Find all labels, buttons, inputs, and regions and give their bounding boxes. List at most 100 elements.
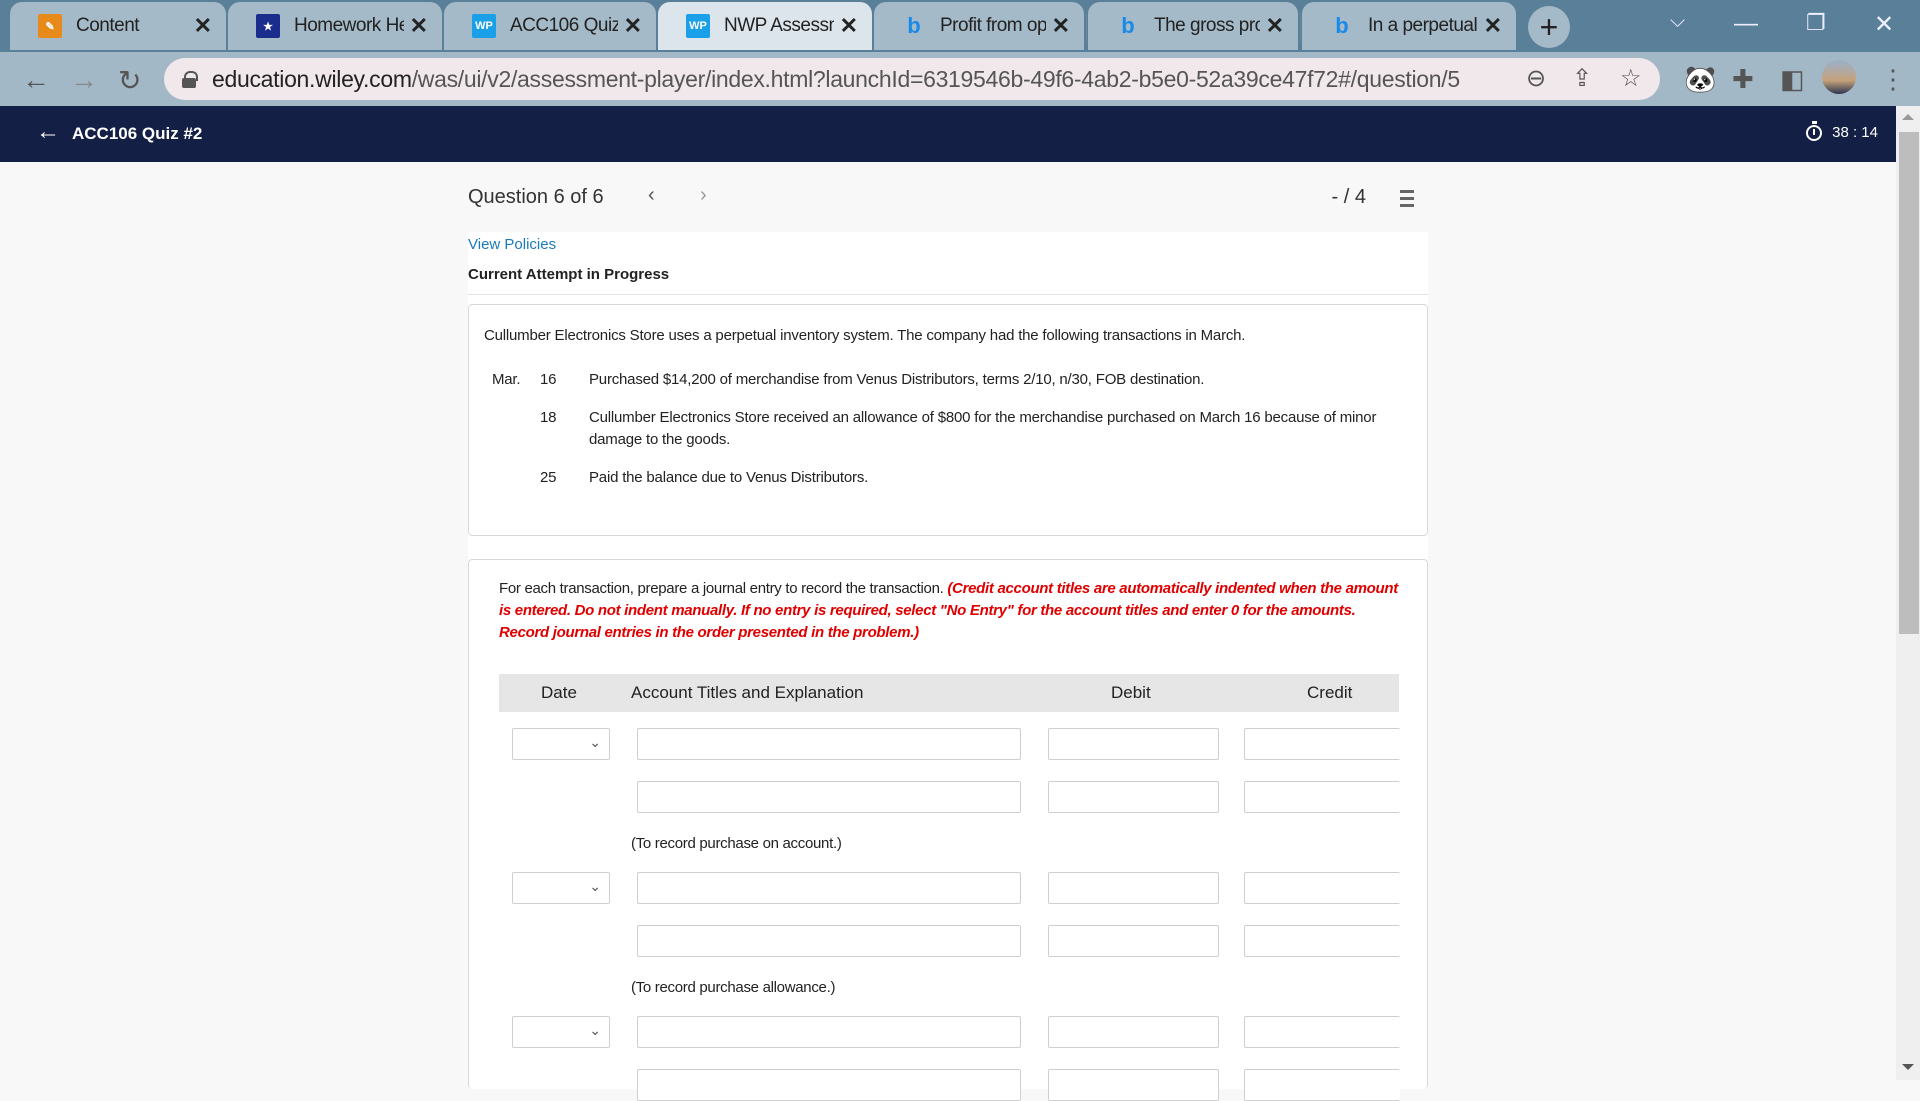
tab-acc106-quiz[interactable]: WP ACC106 Quiz # ✕ (444, 2, 656, 50)
tab-search-icon[interactable]: ⌵ (1670, 10, 1685, 33)
bing-icon: b (1121, 13, 1135, 38)
journal-card: For each transaction, prepare a journal … (468, 559, 1428, 1101)
transaction-text: Cullumber Electronics Store received an … (589, 409, 1377, 448)
close-tab-icon[interactable]: ✕ (840, 13, 858, 39)
chevron-down-icon: ⌄ (589, 734, 601, 750)
browser-toolbar: ← → ↻ education.wiley.com/was/ui/v2/asse… (0, 52, 1920, 106)
date-select[interactable]: ⌄ (512, 872, 610, 904)
question-content: View Policies Current Attempt in Progres… (468, 232, 1428, 1101)
question-number: Question 6 of 6 (468, 186, 604, 208)
credit-field[interactable] (1244, 1016, 1400, 1048)
account-title-field[interactable] (637, 781, 1021, 813)
reload-icon[interactable]: ↻ (118, 64, 141, 97)
debit-field[interactable] (1048, 872, 1219, 904)
address-bar[interactable]: education.wiley.com/was/ui/v2/assessment… (164, 58, 1660, 100)
new-tab-button[interactable]: + (1528, 6, 1570, 48)
credit-field[interactable] (1244, 1069, 1400, 1101)
restore-icon[interactable]: ❐ (1806, 10, 1826, 36)
account-title-field[interactable] (637, 1069, 1021, 1101)
transaction-text: Purchased $14,200 of merchandise from Ve… (589, 371, 1205, 388)
entry-explanation: (To record purchase allowance.) (631, 979, 836, 996)
instruction-text: For each transaction, prepare a journal … (499, 580, 948, 597)
stopwatch-icon (1806, 120, 1823, 141)
chevron-down-icon: ⌄ (589, 1022, 601, 1038)
bookmark-star-icon[interactable]: ☆ (1620, 64, 1642, 93)
question-list-icon[interactable] (1394, 190, 1414, 208)
close-tab-icon[interactable]: ✕ (624, 13, 642, 39)
tab-nwp-assessment[interactable]: WP NWP Assessme ✕ (658, 2, 872, 50)
debit-field[interactable] (1048, 925, 1219, 957)
account-title-field[interactable] (637, 728, 1021, 760)
debit-field[interactable] (1048, 781, 1219, 813)
back-arrow-icon[interactable]: ← (36, 118, 60, 146)
zoom-out-icon[interactable]: ⊖ (1526, 64, 1546, 93)
close-tab-icon[interactable]: ✕ (194, 13, 212, 39)
quiz-title[interactable]: ACC106 Quiz #2 (72, 124, 202, 144)
tab-homework-help[interactable]: ★ Homework Hel ✕ (228, 2, 442, 50)
debit-field[interactable] (1048, 728, 1219, 760)
wp-icon: WP (686, 14, 710, 38)
profile-avatar[interactable] (1822, 60, 1856, 94)
tab-title: Profit from ope (940, 15, 1046, 36)
header-debit: Debit (1111, 683, 1151, 702)
tab-gross-profit[interactable]: b The gross profi ✕ (1088, 2, 1298, 50)
forward-icon[interactable]: → (70, 64, 98, 96)
share-icon[interactable]: ⇪ (1572, 64, 1592, 93)
scrollbar-thumb[interactable] (1899, 132, 1919, 634)
problem-intro: Cullumber Electronics Store uses a perpe… (484, 327, 1246, 344)
debit-field[interactable] (1048, 1069, 1219, 1101)
close-tab-icon[interactable]: ✕ (1052, 13, 1070, 39)
instructions: For each transaction, prepare a journal … (499, 578, 1399, 644)
tab-profit-from-operations[interactable]: b Profit from ope ✕ (874, 2, 1084, 50)
tab-separator (1086, 14, 1087, 42)
app-header: ← ACC106 Quiz #2 38 : 14 (0, 106, 1896, 162)
url-host: education.wiley.com (212, 65, 412, 92)
minimize-icon[interactable]: — (1734, 10, 1758, 38)
back-icon[interactable]: ← (22, 64, 50, 96)
credit-field[interactable] (1244, 925, 1400, 957)
question-header: Question 6 of 6 ‹ › - / 4 (468, 184, 1428, 212)
close-window-icon[interactable]: ✕ (1874, 10, 1894, 39)
page-scrollbar[interactable] (1896, 106, 1920, 1080)
extensions-puzzle-icon[interactable]: ✚ (1732, 64, 1754, 95)
account-title-field[interactable] (637, 925, 1021, 957)
scroll-up-arrow-icon[interactable] (1902, 114, 1914, 120)
close-tab-icon[interactable]: ✕ (410, 13, 428, 39)
account-title-field[interactable] (637, 872, 1021, 904)
previous-question-icon[interactable]: ‹ (648, 184, 655, 207)
side-panel-icon[interactable]: ◧ (1780, 64, 1805, 95)
panda-extension-icon[interactable]: 🐼 (1684, 64, 1716, 95)
tab-title: ACC106 Quiz # (510, 15, 618, 36)
divider (468, 294, 1428, 295)
lock-icon[interactable] (182, 71, 198, 88)
menu-kebab-icon[interactable]: ⋮ (1880, 64, 1906, 95)
entry-explanation: (To record purchase on account.) (631, 835, 842, 852)
tab-title: Content (76, 15, 140, 36)
url-text[interactable]: education.wiley.com/was/ui/v2/assessment… (212, 66, 1460, 93)
date-select[interactable]: ⌄ (512, 728, 610, 760)
journal-table-header: Date Account Titles and Explanation Debi… (499, 674, 1399, 712)
account-title-field[interactable] (637, 1016, 1021, 1048)
date-select[interactable]: ⌄ (512, 1016, 610, 1048)
header-date: Date (541, 683, 577, 702)
star-shield-icon: ★ (256, 14, 280, 38)
timer-value: 38 : 14 (1832, 124, 1878, 141)
close-tab-icon[interactable]: ✕ (1266, 13, 1284, 39)
credit-field[interactable] (1244, 728, 1400, 760)
scroll-down-arrow-icon[interactable] (1902, 1064, 1914, 1070)
credit-field[interactable] (1244, 781, 1400, 813)
browser-tab-strip: ✎ Content ✕ ★ Homework Hel ✕ WP ACC106 Q… (0, 0, 1920, 52)
credit-field[interactable] (1244, 872, 1400, 904)
debit-field[interactable] (1048, 1016, 1219, 1048)
view-policies-link[interactable]: View Policies (468, 236, 556, 253)
question-score: - / 4 (1331, 186, 1366, 208)
tab-content[interactable]: ✎ Content ✕ (10, 2, 226, 50)
tab-title: NWP Assessme (724, 15, 834, 36)
transaction-day: 16 (540, 371, 557, 388)
tab-title: The gross profi (1154, 15, 1260, 36)
close-tab-icon[interactable]: ✕ (1484, 13, 1502, 39)
pencil-icon: ✎ (38, 14, 62, 38)
tab-perpetual[interactable]: b In a perpetual i ✕ (1302, 2, 1516, 50)
transaction-day: 25 (540, 469, 557, 486)
next-question-icon[interactable]: › (700, 184, 707, 207)
